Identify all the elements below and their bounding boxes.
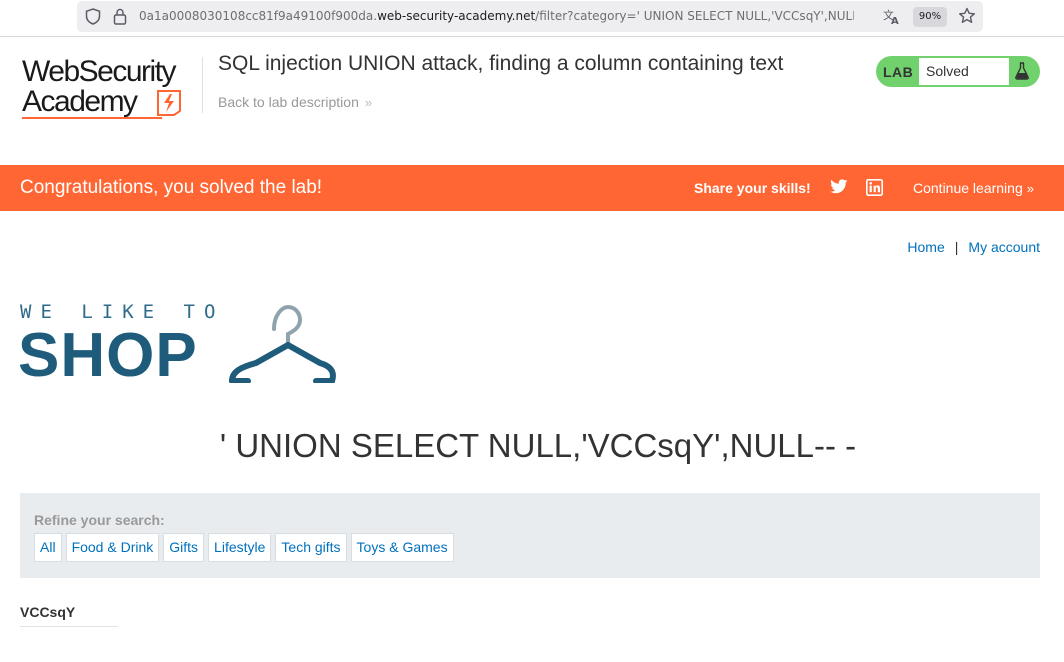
category-filter-list: All Food & Drink Gifts Lifestyle Tech gi… <box>34 533 454 562</box>
shield-icon[interactable] <box>85 8 101 25</box>
zoom-level-badge[interactable]: 90% <box>913 7 947 27</box>
category-filter-all[interactable]: All <box>34 533 62 562</box>
lab-status-badge: LAB Solved <box>876 56 1040 87</box>
svg-text:A: A <box>891 16 899 25</box>
home-link[interactable]: Home <box>907 239 944 255</box>
refine-search-label: Refine your search: <box>34 512 165 528</box>
shop-logo: WE LIKE TO SHOP <box>18 301 340 390</box>
bookmark-star-icon[interactable] <box>958 7 976 25</box>
nav-separator: | <box>954 239 959 255</box>
translate-icon[interactable]: 文 A <box>883 8 901 25</box>
academy-header: WebSecurity Academy SQL injection UNION … <box>0 37 1064 165</box>
continue-learning-label: Continue learning <box>913 180 1023 196</box>
congratulations-message: Congratulations, you solved the lab! <box>20 177 323 198</box>
shop-logo-tagline: WE LIKE TO <box>20 301 225 323</box>
category-filter-food-drink[interactable]: Food & Drink <box>65 533 160 562</box>
search-results-heading: ' UNION SELECT NULL,'VCCsqY',NULL-- - <box>219 427 857 464</box>
web-security-academy-logo[interactable]: WebSecurity Academy <box>22 55 202 123</box>
logo-underline <box>22 117 162 119</box>
lab-solved-banner: Congratulations, you solved the lab! Sha… <box>0 165 1064 211</box>
category-filter-gifts[interactable]: Gifts <box>163 533 205 562</box>
my-account-link[interactable]: My account <box>968 239 1040 255</box>
filter-panel: Refine your search: All Food & Drink Gif… <box>20 493 1040 578</box>
shop-logo-word: SHOP <box>18 321 198 390</box>
lock-icon[interactable] <box>113 8 127 25</box>
url-path: /filter?category=' UNION SELECT NULL,'VC… <box>535 9 854 23</box>
back-to-lab-description-link[interactable]: Back to lab description » <box>218 94 372 110</box>
url-text[interactable]: 0a1a0008030108cc81f9a49100f900da.web-sec… <box>139 9 854 23</box>
linkedin-icon[interactable] <box>866 179 883 196</box>
twitter-icon[interactable] <box>830 179 848 195</box>
category-filter-toys-games[interactable]: Toys & Games <box>350 533 454 562</box>
logo-lightning-icon <box>157 90 181 116</box>
share-skills-label: Share your skills! <box>694 180 811 196</box>
continue-learning-link[interactable]: Continue learning» <box>913 180 1034 196</box>
category-filter-lifestyle[interactable]: Lifestyle <box>208 533 272 562</box>
url-host: web-security-academy.net <box>377 9 536 23</box>
double-chevron-right-icon: » <box>364 95 373 110</box>
logo-line-2: Academy <box>22 85 138 118</box>
lab-state-text: Solved <box>926 63 969 79</box>
lab-title: SQL injection UNION attack, finding a co… <box>218 52 784 75</box>
category-filter-tech-gifts[interactable]: Tech gifts <box>275 533 347 562</box>
flask-icon <box>1015 62 1029 80</box>
clothes-hanger-icon <box>229 304 336 383</box>
double-chevron-right-icon: » <box>1026 181 1034 196</box>
back-link-label: Back to lab description <box>218 94 359 110</box>
result-item: VCCsqY <box>20 604 76 620</box>
lab-state-box: Solved <box>919 58 1009 85</box>
url-prefix: 0a1a0008030108cc81f9a49100f900da. <box>139 9 378 23</box>
header-divider <box>202 57 203 113</box>
result-divider <box>20 626 118 627</box>
address-bar[interactable]: 0a1a0008030108cc81f9a49100f900da.web-sec… <box>77 1 983 32</box>
browser-toolbar: 0a1a0008030108cc81f9a49100f900da.web-sec… <box>0 0 1064 37</box>
logo-line-1: WebSecurity <box>22 55 177 88</box>
top-nav-links: Home | My account <box>907 239 1040 255</box>
lab-label: LAB <box>883 64 914 80</box>
